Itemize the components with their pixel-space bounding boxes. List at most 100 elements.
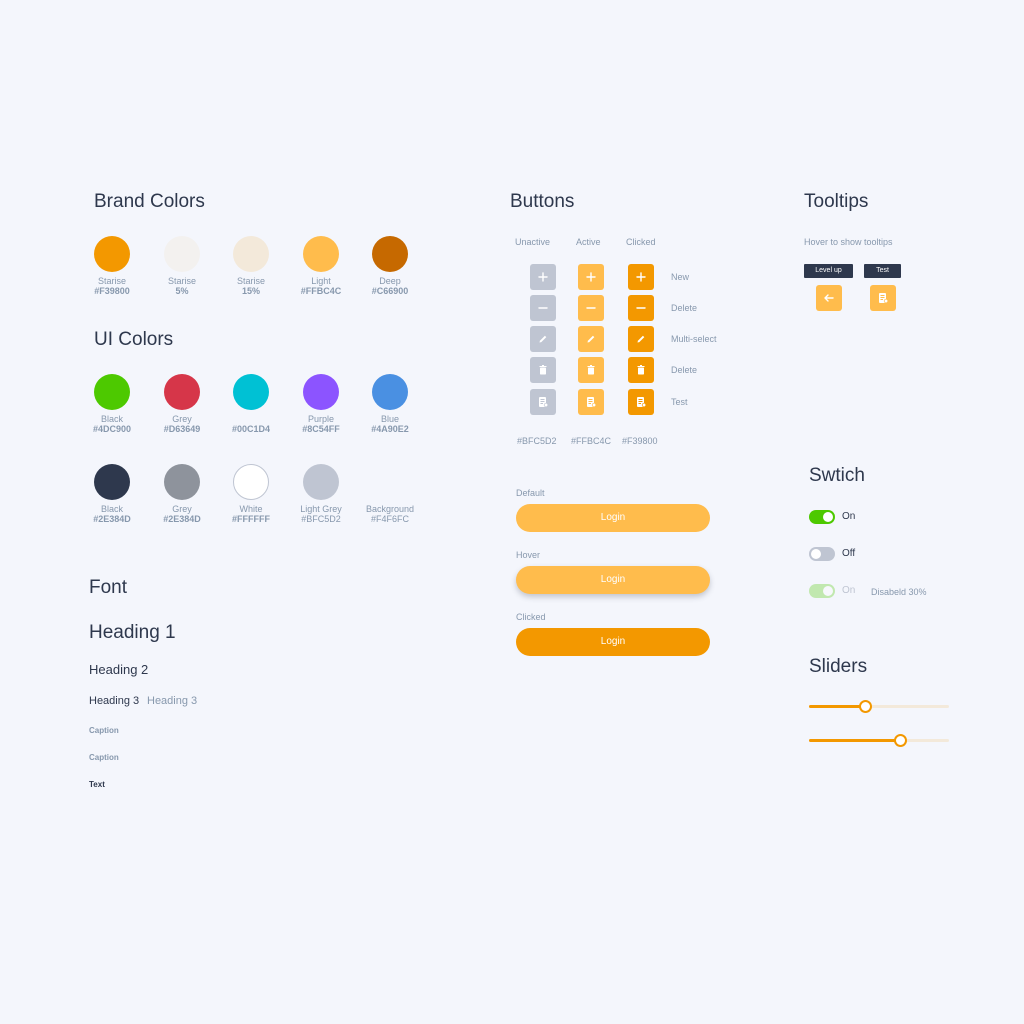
plus-button-active[interactable] (578, 264, 604, 290)
switch-knob (823, 586, 833, 596)
trash-icon (587, 365, 595, 375)
plus-icon (586, 272, 596, 282)
minus-icon (538, 307, 548, 309)
switch-knob (823, 512, 833, 522)
pencil-button-unactive[interactable] (530, 326, 556, 352)
switch-off-label: Off (842, 548, 856, 559)
tooltip-level-up: Level up (804, 264, 853, 278)
swatch-value: #FFFFFF (232, 514, 270, 524)
swatch-value: #C66900 (371, 286, 409, 296)
color-dot (372, 374, 408, 410)
button-row-label: Delete (671, 365, 698, 375)
swatch-name: Black (100, 414, 123, 424)
swatch-value: #8C54FF (302, 424, 340, 434)
switch-disabled-label: On (842, 585, 856, 596)
color-swatch: Grey #D63649 (142, 374, 222, 435)
swatch-name: Purple (307, 414, 334, 424)
login-button-default[interactable]: Login (516, 504, 710, 532)
color-dot (94, 464, 130, 500)
color-dot (303, 374, 339, 410)
heading-2-sample: Heading 2 (89, 662, 149, 677)
test-tooltip-button[interactable] (870, 285, 896, 311)
ui-colors-title: UI Colors (94, 329, 174, 350)
swatch-value: #F4F6FC (370, 514, 409, 524)
color-swatch: Light #FFBC4C (281, 236, 361, 297)
tooltips-hint: Hover to show tooltips (804, 237, 893, 247)
color-dot (233, 464, 269, 500)
hex-label-active: #FFBC4C (571, 436, 612, 446)
color-swatch: Light Grey #BFC5D2 (281, 464, 361, 525)
trash-button-clicked[interactable] (628, 357, 654, 383)
switch-off[interactable] (809, 547, 835, 561)
color-swatch: Black #2E384D (72, 464, 152, 525)
button-row-label: Delete (671, 303, 698, 313)
color-swatch: Starise 15% (211, 236, 291, 297)
color-swatch: Deep #C66900 (350, 236, 430, 297)
swatch-value: #D63649 (163, 424, 201, 434)
plus-icon (538, 272, 548, 282)
swatch-value: #4DC900 (92, 424, 132, 434)
pencil-button-clicked[interactable] (628, 326, 654, 352)
document-button-unactive[interactable] (530, 389, 556, 415)
color-swatch: Grey #2E384D (142, 464, 222, 525)
slider-2[interactable] (809, 734, 949, 747)
swatch-value: #2E384D (163, 514, 201, 524)
column-label-clicked: Clicked (626, 237, 656, 247)
minus-button-clicked[interactable] (628, 295, 654, 321)
swatch-name: Black (100, 504, 123, 514)
button-row-label: Test (671, 397, 688, 407)
color-dot (164, 236, 200, 272)
column-label-unactive: Unactive (515, 237, 551, 247)
document-icon (637, 397, 647, 408)
color-swatch: Starise 5% (142, 236, 222, 297)
pencil-icon (637, 335, 645, 343)
color-swatch: White #FFFFFF (211, 464, 291, 525)
pencil-button-active[interactable] (578, 326, 604, 352)
plus-button-unactive[interactable] (530, 264, 556, 290)
swatch-name: White (239, 504, 263, 514)
trash-button-active[interactable] (578, 357, 604, 383)
document-button-clicked[interactable] (628, 389, 654, 415)
minus-button-unactive[interactable] (530, 295, 556, 321)
login-button-hover[interactable]: Login (516, 566, 710, 594)
trash-icon (539, 365, 547, 375)
document-button-active[interactable] (578, 389, 604, 415)
plus-icon (636, 272, 646, 282)
slider-thumb[interactable] (859, 700, 872, 713)
plus-button-clicked[interactable] (628, 264, 654, 290)
switch-on[interactable] (809, 510, 835, 524)
swatch-name: Deep (379, 276, 401, 286)
caption-sample-2: Caption (89, 753, 119, 762)
color-dot (372, 236, 408, 272)
slider-1[interactable] (809, 700, 949, 713)
heading-3-light-sample: Heading 3 (147, 695, 198, 707)
caption-sample-1: Caption (89, 726, 119, 735)
column-label-active: Active (576, 237, 601, 247)
document-icon (539, 397, 549, 408)
tooltip-test: Test (864, 264, 901, 278)
slider-fill (809, 705, 865, 708)
color-swatch: #00C1D4 (211, 374, 291, 435)
swatch-value: #FFBC4C (300, 286, 342, 296)
swatch-value: #00C1D4 (231, 424, 271, 434)
color-dot (233, 236, 269, 272)
document-icon (879, 293, 889, 304)
hex-label-unactive: #BFC5D2 (517, 436, 557, 446)
swatch-value: #BFC5D2 (301, 514, 341, 524)
login-button-clicked[interactable]: Login (516, 628, 710, 656)
swatch-name: Starise (167, 276, 196, 286)
text-sample: Text (89, 780, 105, 789)
minus-button-active[interactable] (578, 295, 604, 321)
trash-button-unactive[interactable] (530, 357, 556, 383)
swatch-name: Background (365, 504, 415, 514)
swatch-name: Starise (97, 276, 126, 286)
swatch-value: 5% (175, 286, 189, 296)
level-up-button[interactable] (816, 285, 842, 311)
color-dot (303, 236, 339, 272)
heading-1-sample: Heading 1 (89, 622, 176, 643)
color-swatch: Blue #4A90E2 (350, 374, 430, 435)
font-title: Font (89, 577, 128, 598)
slider-thumb[interactable] (894, 734, 907, 747)
button-row-label: New (671, 272, 690, 282)
swatch-name: Light (311, 276, 331, 286)
